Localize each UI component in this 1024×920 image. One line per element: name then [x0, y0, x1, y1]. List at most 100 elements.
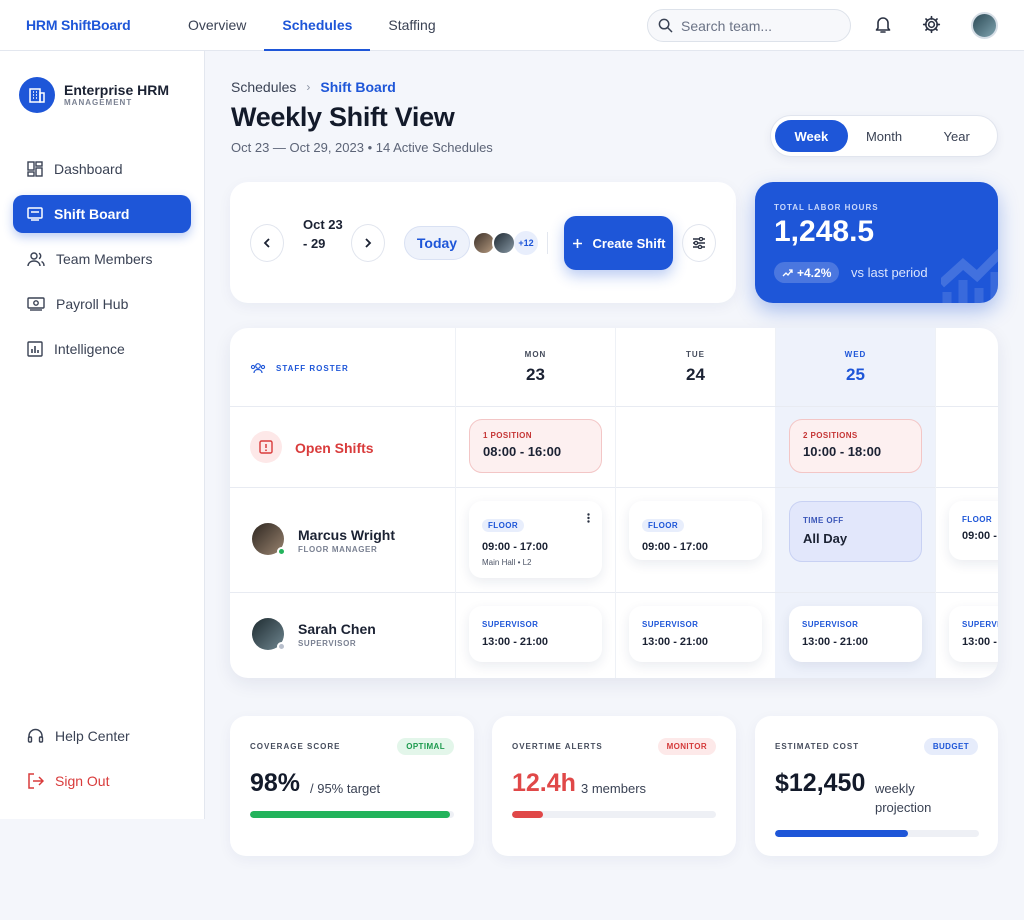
- shift-tag: SUPERVISOR: [802, 620, 859, 629]
- shift-tag: 2 POSITIONS: [803, 431, 858, 440]
- gear-icon[interactable]: [922, 15, 942, 35]
- sidebar-item-intelligence[interactable]: Intelligence: [13, 330, 191, 368]
- shift-card[interactable]: FLOOR 09:00 - 17:00: [949, 501, 998, 560]
- employee-role: FLOOR MANAGER: [298, 545, 378, 554]
- create-shift-label: Create Shift: [592, 235, 666, 251]
- user-avatar[interactable]: [971, 12, 998, 39]
- search-input[interactable]: [681, 17, 831, 34]
- shift-tag: FLOOR: [482, 519, 524, 532]
- next-week-button[interactable]: [351, 224, 385, 262]
- sidebar-item-help-center[interactable]: Help Center: [13, 717, 191, 755]
- create-shift-button[interactable]: Create Shift: [564, 216, 673, 270]
- divider: [547, 232, 548, 254]
- more-vertical-icon[interactable]: [587, 513, 590, 523]
- shift-tag: SUPERVISOR: [962, 620, 998, 629]
- today-button[interactable]: Today: [404, 226, 470, 260]
- progress-bar: [250, 811, 454, 818]
- progress-fill: [775, 830, 908, 837]
- cash-icon: [27, 297, 45, 311]
- org-name: Enterprise HRM: [64, 82, 170, 98]
- sidebar-item-sign-out[interactable]: Sign Out: [13, 762, 191, 800]
- sidebar-item-label: Team Members: [56, 251, 153, 267]
- coverage-score-card: COVERAGE SCORE OPTIMAL 98% / 95% target: [230, 716, 474, 856]
- range-week[interactable]: Week: [775, 120, 848, 152]
- divider: [455, 328, 456, 678]
- shift-tag: SUPERVISOR: [642, 620, 699, 629]
- search-box: [647, 9, 851, 42]
- tab-staffing[interactable]: Staffing: [370, 0, 453, 51]
- shift-card[interactable]: SUPERVISOR 13:00 - 21:00: [949, 606, 998, 662]
- dashboard-icon: [27, 161, 43, 177]
- date-range-label: Oct 23 - 29: [303, 217, 343, 251]
- progress-bar: [775, 830, 979, 837]
- range-month[interactable]: Month: [848, 120, 921, 152]
- shift-card[interactable]: SUPERVISOR 13:00 - 21:00: [469, 606, 602, 662]
- schedule-grid: STAFF ROSTER MON 23 TUE 24 WED 25 Open S…: [230, 328, 998, 678]
- divider: [230, 487, 998, 488]
- sidebar-item-label: Sign Out: [55, 773, 110, 789]
- chart-icon: [27, 341, 43, 357]
- labor-delta-badge: +4.2%: [774, 262, 840, 283]
- prev-week-button[interactable]: [250, 224, 284, 262]
- team-avatar[interactable]: [492, 231, 516, 255]
- plus-icon: [572, 238, 583, 249]
- shift-time: 09:00 - 17:00: [962, 530, 998, 542]
- shift-card[interactable]: SUPERVISOR 13:00 - 21:00: [629, 606, 762, 662]
- breadcrumb-schedules[interactable]: Schedules: [231, 79, 296, 95]
- open-shift-card[interactable]: 2 POSITIONS 10:00 - 18:00: [789, 419, 922, 473]
- sidebar-item-label: Payroll Hub: [56, 296, 129, 312]
- logout-icon: [27, 773, 44, 789]
- status-indicator: [277, 547, 286, 556]
- shift-tag: TIME OFF: [803, 516, 844, 525]
- status-badge: OPTIMAL: [397, 738, 454, 755]
- growth-chart-icon: [941, 234, 998, 303]
- shift-time: 08:00 - 16:00: [483, 444, 562, 459]
- status-badge: MONITOR: [657, 738, 716, 755]
- employee-avatar[interactable]: [252, 523, 286, 556]
- shift-card[interactable]: FLOOR 09:00 - 17:00: [629, 501, 762, 560]
- kpi-label: ESTIMATED COST: [775, 742, 860, 751]
- sliders-icon: [692, 237, 706, 249]
- shift-card[interactable]: FLOOR 09:00 - 17:00 Main Hall • L2: [469, 501, 602, 578]
- day-number: 24: [686, 365, 705, 384]
- open-shift-card[interactable]: 1 POSITION 08:00 - 16:00: [469, 419, 602, 473]
- shift-card[interactable]: SUPERVISOR 13:00 - 21:00: [789, 606, 922, 662]
- sidebar-item-shift-board[interactable]: Shift Board: [13, 195, 191, 233]
- tab-schedules[interactable]: Schedules: [264, 0, 371, 51]
- sidebar-item-team-members[interactable]: Team Members: [13, 240, 191, 278]
- trending-up-icon: [782, 268, 797, 277]
- breadcrumb-current: Shift Board: [320, 79, 396, 95]
- sidebar: Enterprise HRM MANAGEMENT Dashboard Shif…: [0, 51, 205, 819]
- staff-roster-label: STAFF ROSTER: [276, 363, 349, 373]
- shift-location: Main Hall • L2: [482, 558, 532, 567]
- employee-name[interactable]: Sarah Chen: [298, 621, 376, 637]
- day-header-wed[interactable]: WED 25: [775, 328, 935, 406]
- day-header-tue[interactable]: TUE 24: [615, 328, 775, 406]
- time-off-card[interactable]: TIME OFF All Day: [789, 501, 922, 562]
- range-year[interactable]: Year: [920, 120, 993, 152]
- sidebar-item-dashboard[interactable]: Dashboard: [13, 150, 191, 188]
- tab-overview[interactable]: Overview: [170, 0, 264, 51]
- sidebar-item-label: Shift Board: [54, 206, 130, 222]
- headset-icon: [27, 728, 44, 744]
- top-bar: HRM ShiftBoard Overview Schedules Staffi…: [0, 0, 1024, 51]
- org-subtitle: MANAGEMENT: [64, 98, 133, 107]
- search-icon: [658, 18, 673, 33]
- monitor-icon: [27, 206, 43, 222]
- sidebar-item-payroll-hub[interactable]: Payroll Hub: [13, 285, 191, 323]
- bell-icon[interactable]: [874, 15, 894, 35]
- progress-bar: [512, 811, 716, 818]
- chevron-left-icon: [263, 238, 271, 248]
- shift-time: 13:00 - 21:00: [482, 636, 549, 648]
- kpi-value: $12,450: [775, 769, 866, 797]
- day-header-mon[interactable]: MON 23: [455, 328, 615, 406]
- range-toggle: Week Month Year: [770, 115, 998, 157]
- employee-name[interactable]: Marcus Wright: [298, 527, 395, 543]
- filter-button[interactable]: [682, 224, 716, 262]
- sidebar-item-label: Intelligence: [54, 341, 125, 357]
- brand-logo[interactable]: HRM ShiftBoard: [26, 17, 131, 33]
- building-icon: [19, 77, 55, 113]
- labor-label: TOTAL LABOR HOURS: [774, 203, 879, 212]
- employee-avatar[interactable]: [252, 618, 286, 651]
- more-avatars-badge[interactable]: +12: [514, 231, 538, 255]
